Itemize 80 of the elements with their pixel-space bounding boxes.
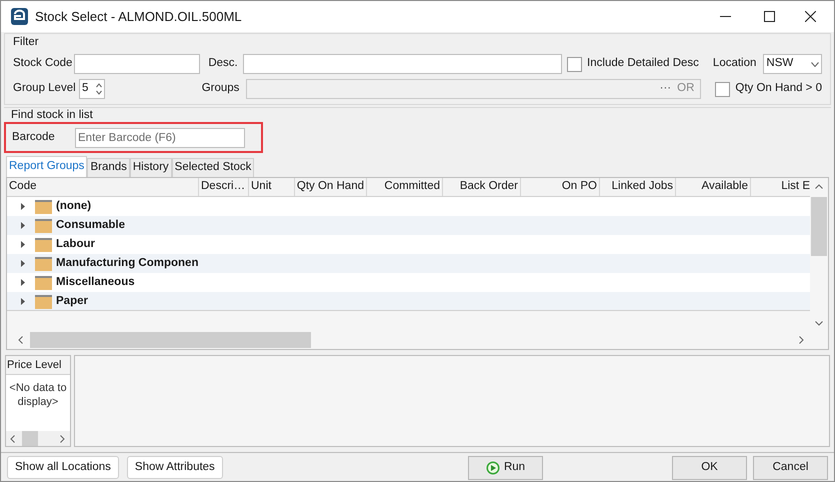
scroll-right-icon[interactable] [799, 336, 804, 344]
column-header[interactable]: Unit [249, 178, 295, 196]
column-header[interactable]: Linked Jobs [600, 178, 676, 196]
column-header[interactable]: Descri… [199, 178, 249, 196]
collapsed-arrow-icon[interactable] [21, 203, 26, 210]
app-logo-icon [11, 8, 28, 25]
folder-icon [35, 238, 52, 252]
group-name: (none) [56, 198, 92, 214]
folder-icon [35, 218, 52, 232]
play-icon [486, 460, 500, 474]
group-level-spinner[interactable]: 5 [79, 79, 105, 99]
column-header[interactable]: Available [676, 178, 751, 196]
column-header[interactable]: Code [7, 178, 199, 196]
close-icon[interactable] [805, 11, 816, 22]
group-name: Consumable [56, 218, 126, 233]
minimize-icon[interactable] [720, 16, 731, 18]
field-label: Group Level [13, 81, 77, 96]
chevron-down-icon [810, 62, 819, 66]
empty-message: <No data to display> [8, 381, 68, 410]
table-row[interactable]: Paper [7, 292, 810, 310]
scroll-down-icon[interactable] [815, 321, 823, 326]
maximize-icon[interactable] [764, 11, 775, 22]
checkbox-label: Qty On Hand > 0 [735, 81, 822, 96]
scroll-left-icon[interactable] [10, 434, 15, 442]
group-name: Paper [56, 294, 88, 309]
scroll-up-icon[interactable] [815, 184, 823, 189]
scrollbar-thumb[interactable] [811, 197, 827, 256]
checkbox-label: Include Detailed Desc [587, 56, 699, 72]
scrollbar-thumb[interactable] [22, 431, 38, 446]
column-header[interactable]: Price Level [6, 356, 70, 375]
group-name: Labour [56, 236, 95, 252]
checkbox[interactable] [715, 82, 730, 96]
collapsed-arrow-icon[interactable] [21, 222, 26, 229]
collapsed-arrow-icon[interactable] [21, 260, 26, 267]
column-header[interactable]: Committed [367, 178, 443, 196]
section-title: Filter [13, 35, 40, 50]
field-label: Groups [202, 81, 240, 96]
folder-icon [35, 294, 52, 308]
scroll-left-icon[interactable] [18, 336, 23, 344]
tab[interactable]: Brands [87, 158, 130, 177]
table-row[interactable]: (none) [7, 197, 810, 216]
spinner-arrows-icon [96, 83, 102, 95]
footer-button[interactable]: Show Attributes [126, 456, 223, 479]
dialog-button[interactable]: Cancel [753, 456, 828, 480]
table-row[interactable]: Miscellaneous [7, 273, 810, 292]
tab[interactable]: Report Groups [6, 156, 88, 177]
dialog-button[interactable]: OK [672, 456, 747, 480]
table-row[interactable]: Consumable [7, 216, 810, 235]
field-label: Stock Code [13, 56, 74, 72]
table-row[interactable]: Manufacturing Componen [7, 254, 810, 273]
folder-icon [35, 200, 52, 214]
column-header[interactable]: Qty On Hand [295, 178, 367, 196]
table-row[interactable]: Labour [7, 235, 810, 254]
scrollbar-thumb[interactable] [30, 332, 311, 348]
section-title: Find stock in list [11, 108, 94, 123]
footer-button[interactable]: Show all Locations [7, 456, 119, 479]
tab[interactable]: History [130, 158, 172, 177]
folder-icon [35, 256, 52, 270]
scroll-right-icon[interactable] [60, 434, 65, 442]
collapsed-arrow-icon[interactable] [21, 298, 26, 305]
run-button[interactable]: Run [468, 456, 543, 480]
field-label: Barcode [12, 130, 56, 145]
window-title: Stock Select - ALMOND.OIL.500ML [35, 8, 242, 26]
checkbox[interactable] [567, 56, 582, 72]
stock-code-field[interactable] [74, 54, 200, 74]
group-name: Manufacturing Componen [56, 256, 198, 271]
column-header[interactable]: On PO [521, 178, 600, 196]
description-field[interactable] [243, 54, 562, 74]
mode-label: OR [677, 81, 694, 96]
folder-icon [35, 276, 52, 290]
barcode-field[interactable]: Enter Barcode (F6) [75, 128, 245, 148]
collapsed-arrow-icon[interactable] [21, 241, 26, 248]
field-label: Location [712, 56, 756, 72]
field-label: Desc. [208, 56, 239, 72]
collapsed-arrow-icon[interactable] [21, 279, 26, 286]
group-name: Miscellaneous [56, 274, 135, 290]
location-dropdown[interactable]: NSW [763, 54, 822, 74]
column-header[interactable]: Back Order [443, 178, 521, 196]
horizontal-scrollbar[interactable] [6, 431, 70, 446]
tab[interactable]: Selected Stock [172, 158, 254, 177]
